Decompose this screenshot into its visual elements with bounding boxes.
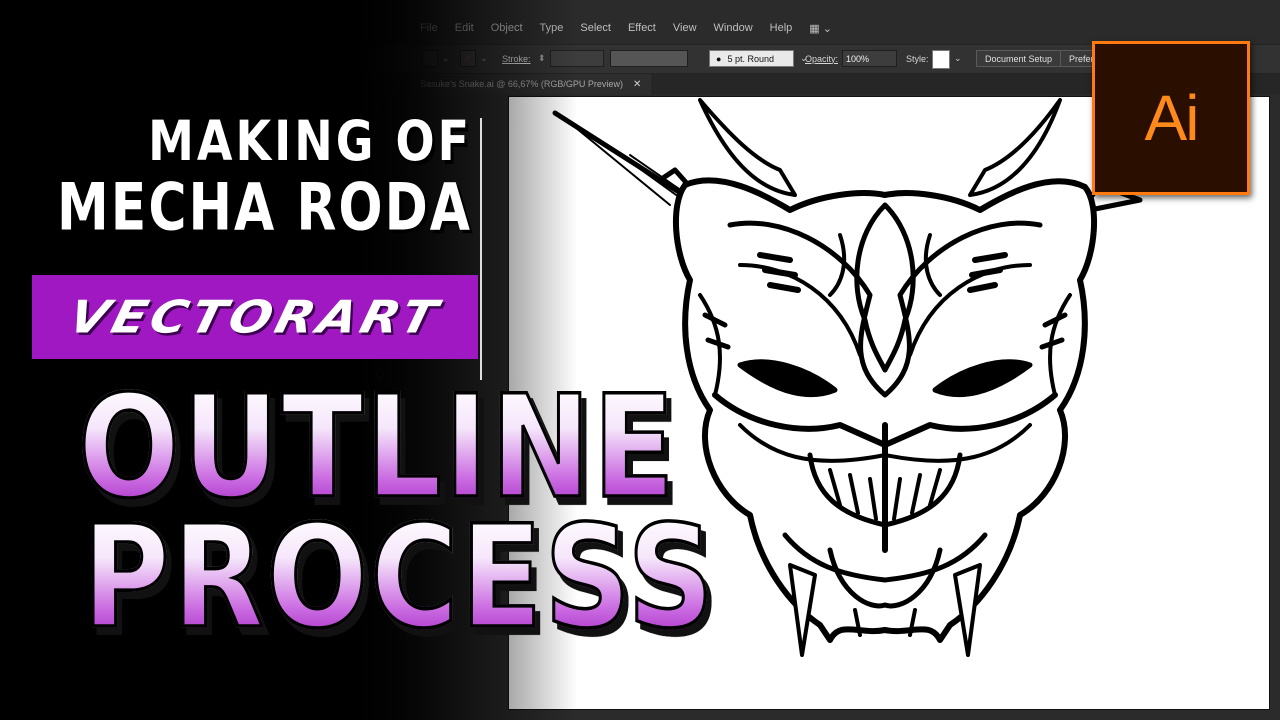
document-tab[interactable]: Sasuke's Snake.ai @ 66,67% (RGB/GPU Prev… — [410, 74, 652, 94]
fill-swatch[interactable] — [422, 50, 438, 67]
close-tab-icon[interactable]: ✕ — [633, 79, 641, 90]
document-tab-title: Sasuke's Snake.ai @ 66,67% (RGB/GPU Prev… — [420, 79, 623, 89]
vectorart-banner: VECTORART — [32, 275, 478, 359]
title-line-2: MECHA RODA — [57, 170, 472, 246]
opacity-label[interactable]: Opacity: — [805, 50, 838, 67]
opacity-field[interactable]: 100% — [842, 50, 897, 67]
illustrator-logo-text: Ai — [1144, 82, 1200, 154]
stroke-label[interactable]: Stroke: — [502, 50, 531, 67]
headline-process: PROCESS — [81, 496, 716, 661]
menu-window[interactable]: Window — [714, 22, 753, 34]
brush-name: 5 pt. Round — [727, 53, 774, 64]
title-divider — [480, 118, 482, 380]
vectorart-label: VECTORART — [63, 290, 447, 344]
menu-effect[interactable]: Effect — [628, 22, 656, 34]
graphic-style-swatch[interactable] — [932, 50, 950, 69]
stroke-swatch[interactable]: ⁄ — [460, 50, 476, 67]
illustrator-logo: Ai — [1092, 41, 1250, 195]
document-setup-button[interactable]: Document Setup — [976, 50, 1062, 67]
menu-bar: File Edit Object Type Select Effect View… — [360, 17, 1280, 39]
menu-edit[interactable]: Edit — [455, 22, 474, 34]
brush-definition[interactable]: ● 5 pt. Round — [709, 50, 794, 67]
menu-help[interactable]: Help — [770, 22, 793, 34]
style-dropdown-icon[interactable]: ⌄ — [954, 50, 962, 67]
workspace-switcher-icon[interactable]: ▦ ⌄ — [809, 22, 832, 35]
menu-file[interactable]: File — [420, 22, 438, 34]
brush-dot-icon: ● — [716, 53, 722, 64]
stroke-dropdown-icon[interactable]: ⌄ — [480, 50, 488, 67]
menu-view[interactable]: View — [673, 22, 697, 34]
fill-dropdown-icon[interactable]: ⌄ — [442, 50, 450, 67]
menu-select[interactable]: Select — [580, 22, 611, 34]
style-label: Style: — [906, 53, 929, 64]
stroke-weight-field[interactable] — [550, 50, 604, 67]
variable-width-profile[interactable] — [610, 50, 688, 67]
stroke-weight-stepper[interactable]: ⬍ — [538, 50, 546, 67]
menu-object[interactable]: Object — [491, 22, 523, 34]
menu-type[interactable]: Type — [540, 22, 564, 34]
title-line-1: MAKING OF — [148, 108, 472, 174]
